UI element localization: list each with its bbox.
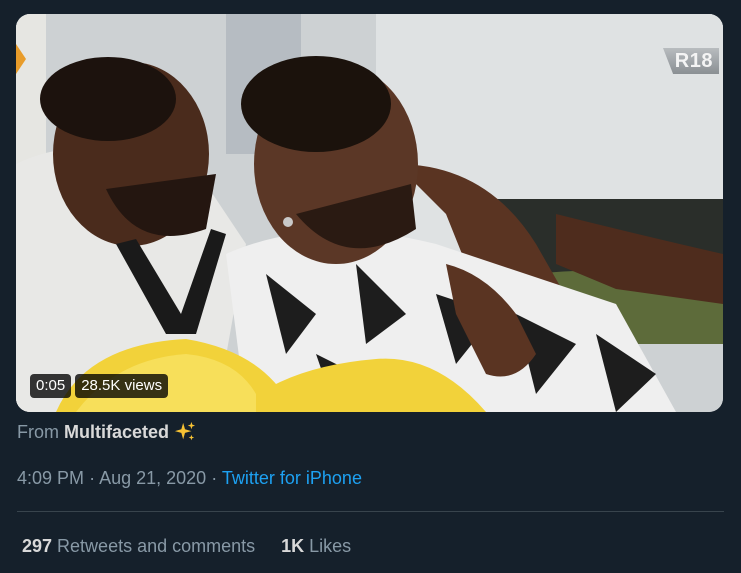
video-attribution: From Multifaceted — [17, 421, 196, 443]
likes-count: 1K — [281, 536, 305, 556]
sparkles-icon — [174, 421, 196, 441]
divider — [17, 511, 724, 512]
tweet-stats: 297 Retweets and comments 1K Likes — [22, 536, 351, 557]
attribution-prefix: From — [17, 421, 59, 442]
tweet-source-link[interactable]: Twitter for iPhone — [222, 468, 362, 488]
video-player[interactable]: R18 0:05 28.5K views — [16, 14, 723, 412]
video-view-count: 28.5K views — [75, 374, 169, 398]
likes-label: Likes — [309, 536, 352, 556]
video-duration: 0:05 — [30, 374, 72, 398]
tweet-date-link[interactable]: Aug 21, 2020 — [99, 468, 206, 488]
retweets-label: Retweets and comments — [57, 536, 256, 556]
meta-separator: · — [211, 468, 218, 488]
video-badges: 0:05 28.5K views — [30, 374, 169, 398]
tweet-time-link[interactable]: 4:09 PM — [17, 468, 84, 488]
video-frame — [16, 14, 723, 412]
likes-stat[interactable]: 1K Likes — [281, 536, 351, 557]
tweet-metadata: 4:09 PM · Aug 21, 2020 · Twitter for iPh… — [17, 468, 362, 489]
retweets-stat[interactable]: 297 Retweets and comments — [22, 536, 255, 557]
attribution-name-link[interactable]: Multifaceted — [64, 422, 169, 443]
retweets-count: 297 — [22, 536, 53, 556]
meta-separator: · — [89, 468, 96, 488]
